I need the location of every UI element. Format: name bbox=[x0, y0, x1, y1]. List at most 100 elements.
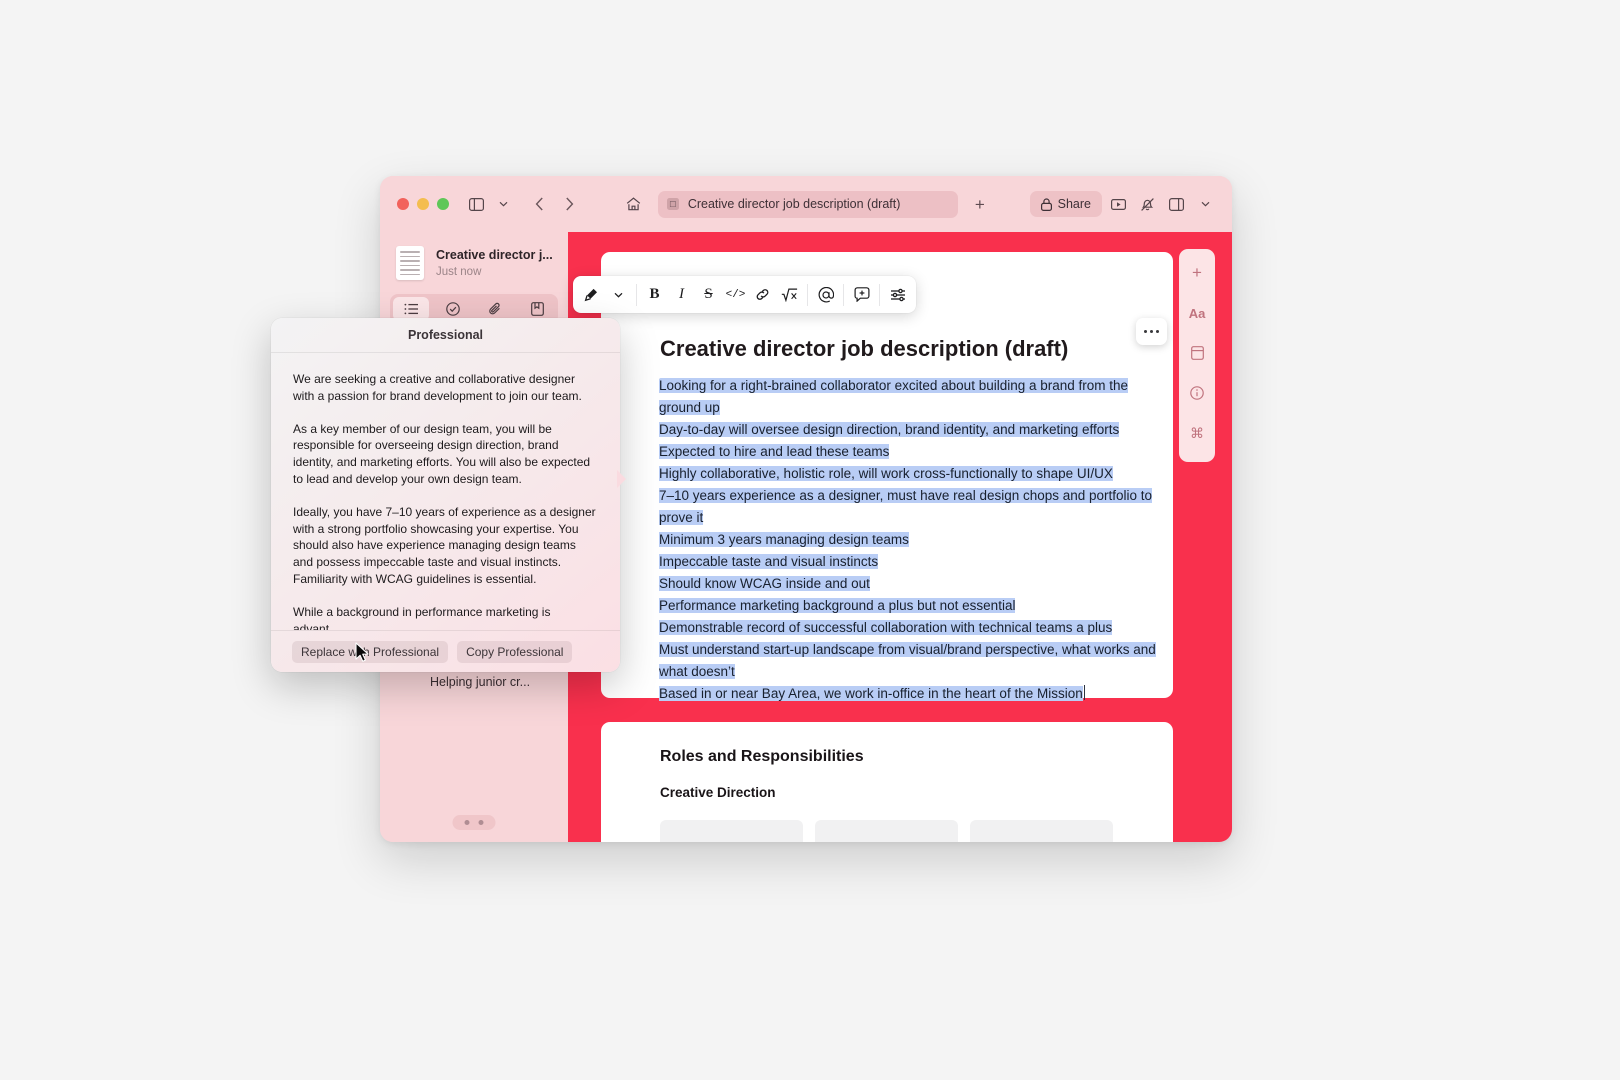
screen: ☐ Creative director job description (dra… bbox=[0, 0, 1620, 1080]
window-titlebar: ☐ Creative director job description (dra… bbox=[380, 176, 1232, 232]
lock-icon bbox=[1040, 197, 1052, 211]
zoom-window-button[interactable] bbox=[437, 198, 449, 210]
document-tab-label: Creative director job description (draft… bbox=[687, 197, 901, 211]
doc-line: Based in or near Bay Area, we work in-of… bbox=[659, 686, 1083, 701]
check-circle-icon bbox=[446, 302, 460, 316]
section-heading: Roles and Responsibilities bbox=[660, 748, 864, 765]
doc-line: Highly collaborative, holistic role, wil… bbox=[659, 466, 1113, 481]
text-style-icon[interactable]: Aa bbox=[1185, 301, 1209, 325]
chevron-down-icon[interactable] bbox=[1192, 191, 1218, 217]
list-icon bbox=[404, 303, 418, 315]
sliders-icon[interactable] bbox=[884, 281, 911, 308]
placeholder-card[interactable] bbox=[660, 820, 803, 842]
popover-tail bbox=[617, 470, 626, 488]
text-caret bbox=[1083, 685, 1086, 700]
forward-button[interactable] bbox=[556, 191, 582, 217]
popover-title: Professional bbox=[271, 318, 620, 353]
square-root-icon[interactable] bbox=[776, 281, 803, 308]
toolbar-divider bbox=[807, 283, 808, 306]
command-icon[interactable]: ⌘ bbox=[1185, 421, 1209, 445]
format-toolbar: B I S </> bbox=[573, 276, 916, 313]
page-dot bbox=[478, 820, 484, 825]
share-label: Share bbox=[1057, 197, 1091, 211]
doc-line: Expected to hire and lead these teams bbox=[659, 444, 890, 459]
placeholder-card[interactable] bbox=[815, 820, 958, 842]
back-button[interactable] bbox=[526, 191, 552, 217]
document-canvas: Creative director job description (draft… bbox=[568, 232, 1232, 842]
chevron-down-icon[interactable] bbox=[605, 281, 632, 308]
bold-icon[interactable]: B bbox=[641, 281, 668, 308]
doc-line: Day-to-day will oversee design direction… bbox=[659, 422, 1120, 437]
italic-icon[interactable]: I bbox=[668, 281, 695, 308]
sidebar-document-header[interactable]: Creative director j... Just now bbox=[380, 238, 568, 290]
placeholder-card[interactable] bbox=[970, 820, 1113, 842]
doc-line: Minimum 3 years managing design teams bbox=[659, 532, 909, 547]
popover-body: We are seeking a creative and collaborat… bbox=[271, 353, 620, 630]
at-sign-icon[interactable] bbox=[812, 281, 839, 308]
highlighter-icon[interactable] bbox=[578, 281, 605, 308]
popover-paragraph: While a background in performance market… bbox=[293, 604, 551, 630]
right-rail: + Aa ⌘ bbox=[1179, 249, 1215, 462]
page-title: Creative director job description (draft… bbox=[660, 336, 1069, 361]
navigation-arrows bbox=[526, 191, 582, 217]
sidebar-doc-subtitle: Just now bbox=[436, 265, 482, 278]
doc-line: Should know WCAG inside and out bbox=[659, 576, 870, 591]
toolbar-divider bbox=[879, 283, 880, 306]
paperclip-icon bbox=[488, 302, 500, 315]
doc-line: Looking for a right-brained collaborator… bbox=[659, 378, 1129, 415]
minimize-window-button[interactable] bbox=[417, 198, 429, 210]
page-indicator[interactable] bbox=[452, 815, 496, 830]
list-item-label: Helping junior cr... bbox=[430, 675, 531, 689]
doc-line: Must understand start-up landscape from … bbox=[659, 642, 1156, 679]
traffic-lights bbox=[397, 198, 449, 210]
code-icon[interactable]: </> bbox=[722, 281, 749, 308]
chevron-down-icon[interactable] bbox=[490, 191, 516, 217]
popover-paragraph: We are seeking a creative and collaborat… bbox=[293, 372, 582, 403]
notifications-muted-icon[interactable] bbox=[1134, 191, 1160, 217]
close-window-button[interactable] bbox=[397, 198, 409, 210]
add-comment-icon[interactable] bbox=[848, 281, 875, 308]
popover-paragraph: Ideally, you have 7–10 years of experien… bbox=[293, 504, 596, 586]
document-tab[interactable]: ☐ Creative director job description (dra… bbox=[657, 190, 958, 218]
plus-icon[interactable]: + bbox=[1185, 261, 1209, 285]
copy-professional-button[interactable]: Copy Professional bbox=[457, 640, 573, 663]
sidebar-toggle-icon[interactable] bbox=[463, 191, 489, 217]
right-panel-toggle-icon[interactable] bbox=[1163, 191, 1189, 217]
doc-line: Demonstrable record of successful collab… bbox=[659, 620, 1113, 635]
replace-with-professional-button[interactable]: Replace with Professional bbox=[292, 640, 449, 663]
page-dot bbox=[464, 820, 470, 825]
toolbar-divider bbox=[843, 283, 844, 306]
mouse-cursor bbox=[355, 642, 369, 662]
strikethrough-icon[interactable]: S bbox=[695, 281, 722, 308]
tab-favicon-icon: ☐ bbox=[666, 198, 679, 210]
document-sheet-top: Creative director job description (draft… bbox=[601, 252, 1173, 701]
more-options-button[interactable] bbox=[1136, 318, 1167, 345]
ellipsis-dot bbox=[1144, 330, 1147, 333]
ellipsis-dot bbox=[1150, 330, 1153, 333]
sidebar-toggle-group bbox=[463, 191, 516, 217]
home-icon[interactable] bbox=[620, 191, 648, 217]
tab-region: ☐ Creative director job description (dra… bbox=[582, 190, 1030, 218]
info-circle-icon[interactable] bbox=[1185, 381, 1209, 405]
popover-footer: Replace with Professional Copy Professio… bbox=[271, 630, 620, 672]
section-subheading: Creative Direction bbox=[660, 785, 776, 800]
link-icon[interactable] bbox=[749, 281, 776, 308]
doc-line: 7–10 years experience as a designer, mus… bbox=[659, 488, 1153, 525]
share-button[interactable]: Share bbox=[1029, 191, 1102, 217]
sidebar-doc-title: Creative director j... bbox=[436, 248, 553, 263]
list-item[interactable]: Helping junior cr... bbox=[380, 668, 564, 696]
doc-line: Performance marketing background a plus … bbox=[659, 598, 1016, 613]
document-sheet-bottom: Roles and Responsibilities Creative Dire… bbox=[601, 722, 1173, 842]
toolbar-divider bbox=[636, 283, 637, 306]
titlebar-right-controls: Share bbox=[1029, 191, 1218, 217]
document-thumbnail-icon bbox=[396, 246, 424, 280]
bookmark-icon bbox=[530, 302, 544, 316]
page-icon[interactable] bbox=[1185, 341, 1209, 365]
ellipsis-dot bbox=[1156, 330, 1159, 333]
new-tab-button[interactable]: + bbox=[968, 196, 992, 213]
card-row bbox=[660, 820, 1113, 842]
selected-text-block[interactable]: Looking for a right-brained collaborator… bbox=[659, 375, 1159, 705]
present-icon[interactable] bbox=[1105, 191, 1131, 217]
popover-paragraph: As a key member of our design team, you … bbox=[293, 421, 591, 486]
professional-popover: Professional We are seeking a creative a… bbox=[271, 318, 620, 672]
